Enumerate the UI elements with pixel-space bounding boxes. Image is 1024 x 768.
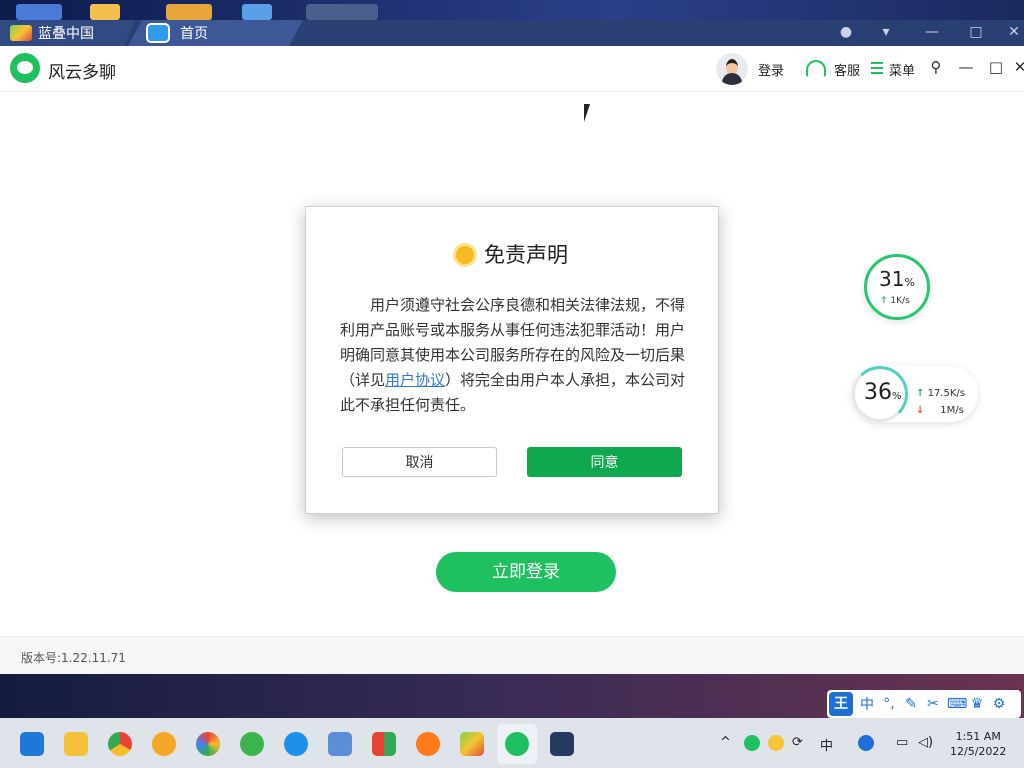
cancel-button[interactable]: 取消	[342, 447, 497, 477]
tray-app-icon[interactable]	[768, 735, 784, 751]
app-logo-icon	[10, 53, 40, 83]
ime-punct-toggle[interactable]: °,	[881, 696, 897, 712]
skin-icon[interactable]: ♛	[969, 696, 985, 712]
minimize-icon[interactable]: —	[958, 58, 974, 76]
dialog-title-text: 免责声明	[484, 243, 568, 267]
usage-percent: 36%	[864, 380, 902, 405]
headset-icon[interactable]	[806, 60, 826, 78]
fengyun-chat-icon[interactable]	[505, 732, 529, 756]
close-icon[interactable]: ✕	[1012, 58, 1024, 76]
security-icon[interactable]	[152, 732, 176, 756]
sun-icon	[456, 246, 474, 264]
usage-percent: 31%	[879, 267, 915, 291]
percent-value: 31	[879, 267, 905, 291]
dialog-body: 用户须遵守社会公序良德和相关法律法规，不得利用产品账号或本服务从事任何违法犯罪活…	[340, 293, 690, 418]
login-now-button[interactable]: 立即登录	[436, 552, 616, 592]
ime-toolbar: 王 中 °, ✎ ✂ ⌨ ♛ ⚙	[827, 690, 1021, 718]
clock[interactable]: 1:51 AM 12/5/2022	[950, 729, 1006, 759]
percent-value: 36	[864, 380, 892, 405]
tray-chat-icon[interactable]	[744, 735, 760, 751]
avatar[interactable]	[716, 53, 748, 85]
desktop-icon[interactable]	[306, 4, 378, 20]
restore-icon[interactable]: □	[968, 24, 984, 40]
desktop-icon[interactable]	[166, 4, 212, 20]
windows-start-icon[interactable]	[20, 732, 44, 756]
minimize-icon[interactable]: —	[924, 24, 940, 40]
upload-speed: ↑ 17.5K/s	[916, 388, 965, 399]
grid-app-icon[interactable]	[372, 732, 396, 756]
desktop-icon[interactable]	[90, 4, 120, 20]
support-link[interactable]: 客服	[834, 60, 860, 79]
monitor-app-icon[interactable]	[328, 732, 352, 756]
menu-link[interactable]: 菜单	[889, 60, 915, 79]
tab-home[interactable]: 首页	[128, 20, 303, 46]
download-text: 1M/s	[940, 405, 964, 416]
tab-bluestacks-china[interactable]: 蓝叠中国	[0, 20, 135, 46]
upload-arrow-icon: ↑	[880, 296, 888, 306]
percent-sign: %	[892, 391, 902, 402]
desktop-top	[0, 0, 1024, 20]
chevron-up-icon[interactable]: ^	[720, 735, 731, 750]
download-arrow-icon: ↓	[916, 405, 925, 416]
sync-icon[interactable]: ⟳	[792, 735, 803, 750]
percent-sign: %	[904, 276, 915, 289]
gamepad-icon[interactable]: ●	[838, 24, 854, 40]
scissors-icon[interactable]: ✂	[925, 696, 941, 712]
app-header: 风云多聊 登录 客服 菜单 ⚲ — □ ✕	[0, 46, 1024, 92]
tray-ime-icon[interactable]	[858, 735, 874, 751]
user-agreement-link[interactable]: 用户协议	[385, 371, 445, 389]
desktop-icon[interactable]	[16, 4, 62, 20]
download-speed: ↓ 1M/s	[916, 405, 964, 416]
date: 12/5/2022	[950, 745, 1007, 758]
pin-icon[interactable]: ⚲	[928, 58, 944, 76]
ime-logo-icon[interactable]: 王	[829, 692, 853, 716]
settings-gear-icon[interactable]: ⚙	[991, 696, 1007, 712]
ime-mode-toggle[interactable]: 中	[859, 694, 875, 714]
bluestacks-logo-icon	[10, 25, 32, 41]
home-icon	[146, 23, 170, 43]
file-explorer-icon[interactable]	[64, 732, 88, 756]
footer: 版本号:1.22.11.71	[0, 636, 1024, 674]
dropdown-icon[interactable]: ▾	[878, 24, 894, 40]
bluestacks-icon[interactable]	[460, 732, 484, 756]
taskbar: ^ ⟳ 中 ▭ ◁) 1:51 AM 12/5/2022	[0, 718, 1024, 768]
desktop-icon[interactable]	[242, 4, 272, 20]
edge-icon[interactable]	[284, 732, 308, 756]
mouse-cursor-icon	[584, 104, 590, 122]
network-icon[interactable]: ▭	[896, 735, 908, 750]
upload-text: 17.5K/s	[927, 388, 965, 399]
keyboard-icon[interactable]: ⌨	[947, 696, 967, 712]
speed-widget-1[interactable]: 31% ↑ 1K/s	[864, 254, 930, 320]
bluestacks-tab-bar: 蓝叠中国 首页 ● ▾ — □ ✕	[0, 20, 1024, 46]
colorful-app-icon[interactable]	[196, 732, 220, 756]
close-icon[interactable]: ✕	[1006, 24, 1022, 40]
upload-arrow-icon: ↑	[916, 388, 925, 399]
pen-icon[interactable]: ✎	[903, 696, 919, 712]
agree-button[interactable]: 同意	[527, 447, 682, 477]
volume-icon[interactable]: ◁)	[918, 735, 933, 750]
app-title: 风云多聊	[48, 63, 116, 83]
chrome-icon[interactable]	[108, 732, 132, 756]
speed-value: ↑ 1K/s	[880, 296, 910, 306]
arrow-app-icon[interactable]	[550, 732, 574, 756]
tab-label: 蓝叠中国	[38, 26, 94, 42]
maximize-icon[interactable]: □	[988, 58, 1004, 76]
version-label: 版本号:1.22.11.71	[21, 651, 126, 665]
firefox-icon[interactable]	[416, 732, 440, 756]
dialog-title: 免责声明	[306, 239, 718, 269]
disclaimer-dialog: 免责声明 用户须遵守社会公序良德和相关法律法规，不得利用产品账号或本服务从事任何…	[305, 206, 719, 514]
speed-text: 1K/s	[890, 296, 910, 306]
time: 1:51 AM	[955, 730, 1001, 743]
login-link[interactable]: 登录	[758, 60, 784, 79]
menu-icon[interactable]	[871, 62, 883, 74]
tab-label: 首页	[180, 26, 208, 42]
refresh-app-icon[interactable]	[240, 732, 264, 756]
ime-language-indicator[interactable]: 中	[820, 735, 833, 754]
